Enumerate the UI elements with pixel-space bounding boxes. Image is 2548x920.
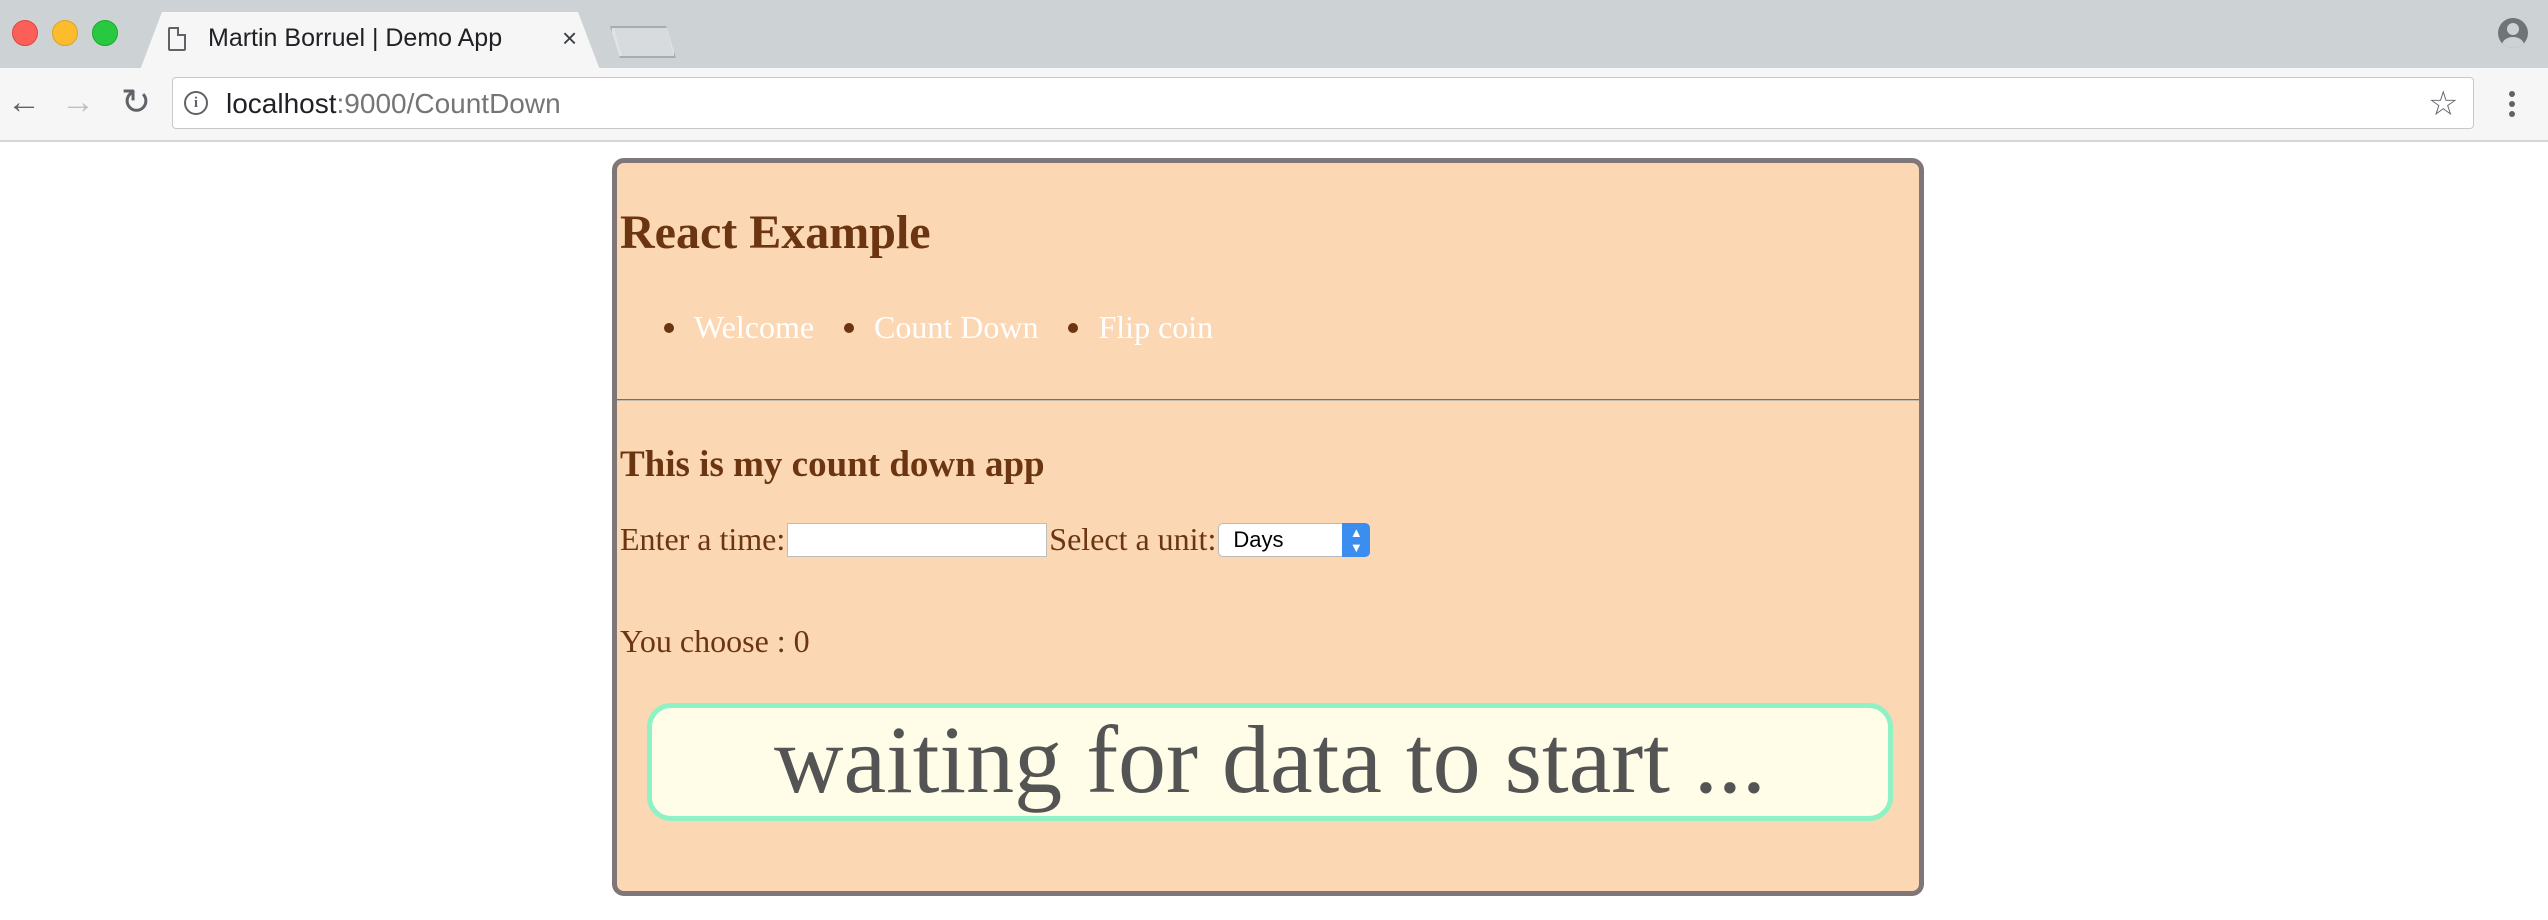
window-close-button[interactable] xyxy=(12,20,38,46)
tab-close-icon[interactable]: × xyxy=(562,23,577,53)
time-label: Enter a time: xyxy=(620,521,786,557)
kebab-menu-icon[interactable] xyxy=(2500,84,2524,124)
menu-dot xyxy=(2509,111,2515,117)
unit-select-value: Days xyxy=(1233,526,1284,552)
page-subtitle: This is my count down app xyxy=(620,444,1045,485)
tab-title: Martin Borruel | Demo App xyxy=(208,24,503,52)
menu-dot xyxy=(2509,101,2515,107)
select-arrows-icon: ▲ ▼ xyxy=(1342,522,1371,557)
nav-item-flip-coin: Flip coin xyxy=(1068,309,1213,346)
back-arrow-icon[interactable]: ← xyxy=(4,82,44,122)
unit-select[interactable]: Days ▲ ▼ xyxy=(1218,522,1371,557)
nav-link-flip-coin[interactable]: Flip coin xyxy=(1098,309,1213,346)
app-nav: Welcome Count Down Flip coin xyxy=(620,309,1213,346)
menu-dot xyxy=(2509,91,2515,97)
nav-item-count-down: Count Down xyxy=(844,309,1038,346)
reload-icon[interactable]: ↻ xyxy=(116,82,156,122)
app-title: React Example xyxy=(620,206,931,259)
nav-link-welcome[interactable]: Welcome xyxy=(694,309,814,346)
bullet-icon xyxy=(844,322,855,333)
new-tab-button-fill xyxy=(614,28,674,56)
bullet-icon xyxy=(664,322,674,333)
window-maximize-button[interactable] xyxy=(92,20,118,46)
bookmark-star-icon[interactable]: ☆ xyxy=(2428,84,2458,124)
info-icon[interactable]: i xyxy=(184,91,208,115)
bullet-icon xyxy=(1068,322,1079,333)
address-bar-url[interactable]: localhost:9000/CountDown xyxy=(226,88,561,120)
countdown-display: waiting for data to start ... xyxy=(647,703,1893,821)
nav-link-count-down[interactable]: Count Down xyxy=(874,309,1038,346)
app-container: React Example Welcome Count Down Flip co… xyxy=(612,158,1924,896)
divider xyxy=(617,399,1919,401)
choice-readout: You choose : 0 xyxy=(620,623,810,659)
page-icon xyxy=(168,27,186,51)
url-path: :9000/CountDown xyxy=(336,88,561,119)
time-input[interactable] xyxy=(787,522,1048,557)
window-minimize-button[interactable] xyxy=(52,20,78,46)
profile-icon[interactable] xyxy=(2498,18,2528,48)
countdown-status-text: waiting for data to start ... xyxy=(774,706,1766,813)
url-host: localhost xyxy=(226,88,337,119)
forward-arrow-icon[interactable]: → xyxy=(58,82,98,122)
unit-label: Select a unit: xyxy=(1049,521,1217,557)
countdown-form: Enter a time: Select a unit: Days ▲ ▼ xyxy=(620,521,1371,558)
nav-item-welcome: Welcome xyxy=(664,309,814,346)
